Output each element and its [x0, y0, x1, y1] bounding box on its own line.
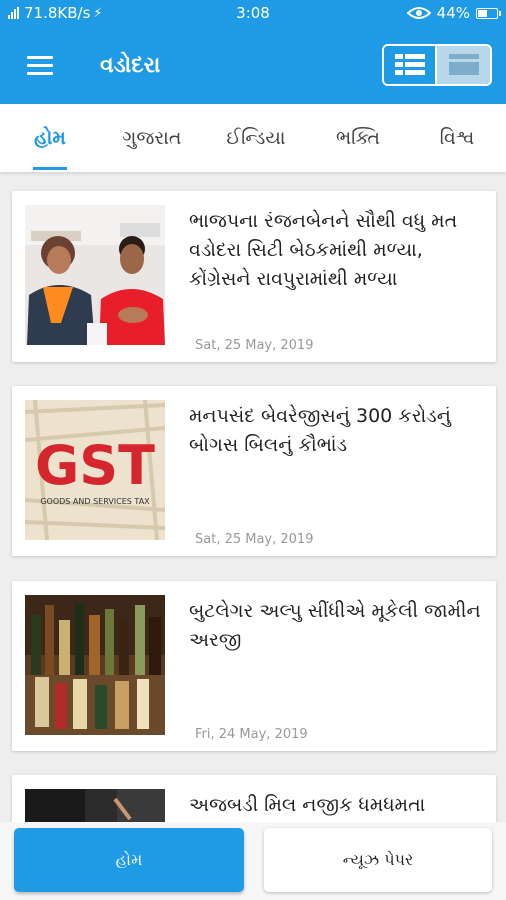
- grid-view-icon: [394, 54, 425, 75]
- gst-image-subtext: GOODS AND SERVICES TAX: [40, 497, 150, 506]
- page-title: વડોદરા: [100, 52, 161, 78]
- news-card[interactable]: ભાજપના રંજનબેનને સૌથી વધુ મત વડોદરા સિટી…: [12, 191, 496, 362]
- app-bar: વડોદરા: [0, 26, 506, 104]
- status-bar: 71.8KB/s ⚡ 3:08 44%: [0, 0, 506, 26]
- news-card[interactable]: અજબડી મિલ નજીક ધમધમતા: [12, 775, 496, 822]
- category-tabs: હોમ ગુજરાત ઈન્ડિયા ભક્તિ વિશ્વ: [0, 104, 506, 172]
- newspaper-button[interactable]: ન્યૂઝ પેપર: [264, 828, 492, 892]
- battery-icon: [476, 7, 501, 19]
- tab-home[interactable]: હોમ: [0, 104, 100, 172]
- gst-image-text: GST: [35, 434, 155, 497]
- battery-percent: 44%: [436, 4, 470, 22]
- network-speed: 71.8KB/s: [24, 4, 91, 22]
- tab-india[interactable]: ઈન્ડિયા: [204, 104, 308, 172]
- news-title: બુટલેગર અલ્પુ સીંધીએ મૂકેલી જામીન અરજી: [189, 600, 481, 651]
- news-date: Sat, 25 May, 2019: [195, 338, 314, 353]
- news-thumbnail: [25, 595, 165, 735]
- tab-world[interactable]: વિશ્વ: [408, 104, 506, 172]
- news-thumbnail: GST GOODS AND SERVICES TAX: [25, 400, 165, 540]
- grid-view-button[interactable]: [384, 46, 437, 84]
- news-title: અજબડી મિલ નજીક ધમધમતા: [189, 794, 426, 816]
- card-view-icon: [448, 54, 479, 75]
- usb-icon: ⚡: [93, 5, 103, 21]
- home-button[interactable]: હોમ: [14, 828, 244, 892]
- eye-icon: [406, 7, 431, 19]
- news-thumbnail: [25, 789, 165, 822]
- tab-gujarat[interactable]: ગુજરાત: [100, 104, 204, 172]
- news-title: મનપસંદ બેવરેજીસનું 300 કરોડનું બોગસ બિલન…: [189, 405, 451, 456]
- news-date: Sat, 25 May, 2019: [195, 532, 314, 547]
- signal-icon: [8, 7, 19, 19]
- news-date: Fri, 24 May, 2019: [195, 727, 308, 742]
- hamburger-menu-icon[interactable]: [0, 26, 80, 104]
- view-toggle: [382, 44, 492, 86]
- news-card[interactable]: GST GOODS AND SERVICES TAX મનપસંદ બેવરેજ…: [12, 386, 496, 556]
- bottom-navigation: હોમ ન્યૂઝ પેપર: [0, 822, 506, 900]
- tab-bhakti[interactable]: ભક્તિ: [308, 104, 408, 172]
- news-title: ભાજપના રંજનબેનને સૌથી વધુ મત વડોદરા સિટી…: [189, 210, 458, 290]
- news-thumbnail: [25, 205, 165, 345]
- card-view-button[interactable]: [437, 46, 490, 84]
- news-card[interactable]: બુટલેગર અલ્પુ સીંધીએ મૂકેલી જામીન અરજી F…: [12, 581, 496, 751]
- news-feed: ભાજપના રંજનબેનને સૌથી વધુ મત વડોદરા સિટી…: [0, 172, 506, 822]
